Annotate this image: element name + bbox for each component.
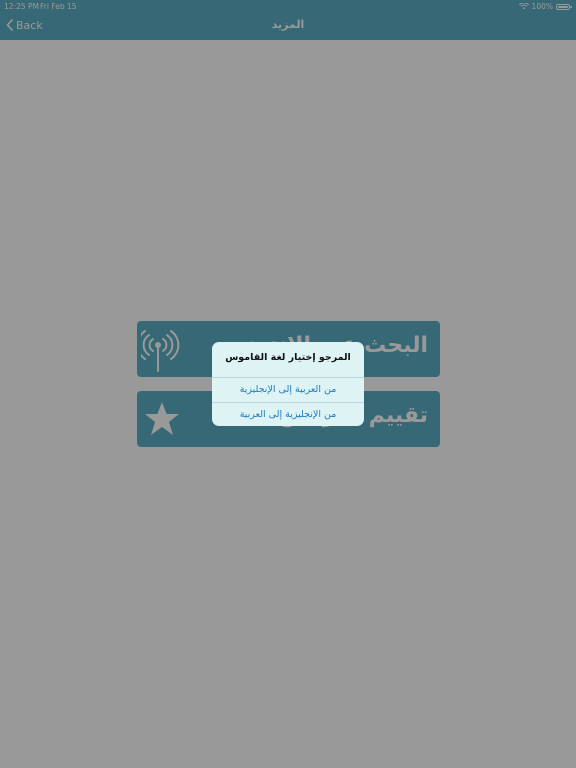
english-to-arabic-option[interactable]: من الإنجليزية إلى العربية <box>212 402 364 426</box>
language-dialog: المرجو إختيار لغة القاموس من العربية إلى… <box>212 342 364 426</box>
arabic-to-english-option[interactable]: من العربية إلى الإنجليزية <box>212 377 364 401</box>
dialog-title: المرجو إختيار لغة القاموس <box>225 352 351 363</box>
